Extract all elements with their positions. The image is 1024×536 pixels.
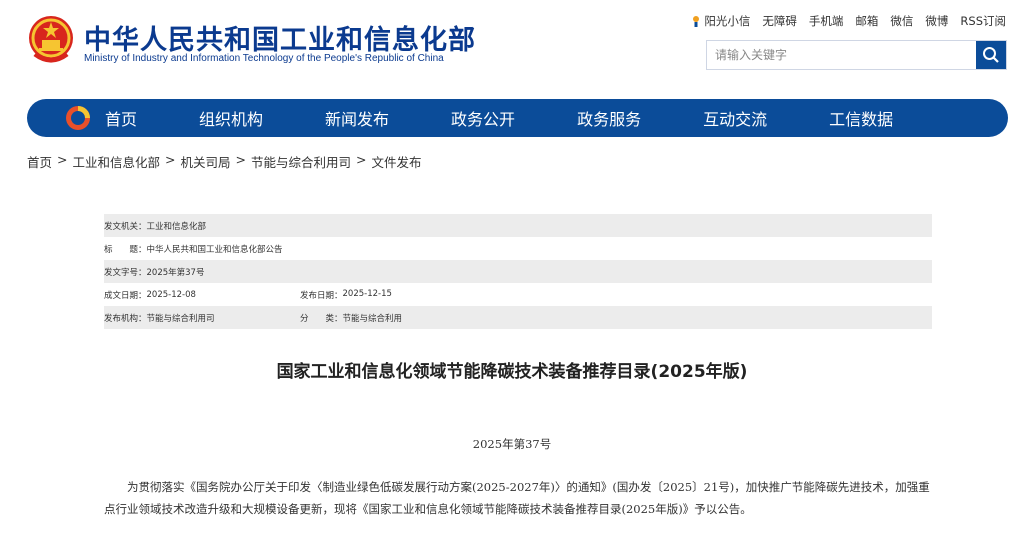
sunshine-icon — [693, 16, 700, 27]
breadcrumb-separator: > — [165, 152, 176, 167]
toplink-weibo[interactable]: 微博 — [925, 13, 948, 29]
site-title-en: Ministry of Industry and Information Tec… — [84, 53, 444, 64]
meta-value: 2025-12-08 — [146, 289, 196, 300]
nav-item-data[interactable]: 工信数据 — [829, 106, 893, 130]
breadcrumb-separator: > — [356, 152, 367, 167]
toplink-rss[interactable]: RSS订阅 — [960, 13, 1006, 29]
toplink-mail[interactable]: 邮箱 — [855, 13, 878, 29]
article-paragraph: 为贯彻落实《国务院办公厅关于印发〈制造业绿色低碳发展行动方案(2025-2027… — [104, 480, 930, 516]
document-meta-table: 发文机关： 工业和信息化部 标 题： 中华人民共和国工业和信息化部公告 发文字号… — [104, 214, 932, 329]
nav-item-organization[interactable]: 组织机构 — [199, 106, 263, 130]
meta-row-title: 标 题： 中华人民共和国工业和信息化部公告 — [104, 237, 932, 260]
meta-value: 中华人民共和国工业和信息化部公告 — [146, 244, 283, 255]
meta-row-agency: 发布机构： 节能与综合利用司 分 类： 节能与综合利用 — [104, 306, 932, 329]
nav-item-interaction[interactable]: 互动交流 — [703, 106, 767, 130]
meta-label: 发布机构： — [104, 313, 147, 324]
meta-value: 节能与综合利用 — [342, 313, 403, 324]
toplink-sunshine[interactable]: 阳光小信 — [691, 13, 750, 29]
breadcrumb-separator: > — [57, 152, 68, 167]
meta-label: 发布日期： — [300, 290, 343, 301]
breadcrumb-department[interactable]: 节能与综合利用司 — [251, 152, 351, 171]
search-input[interactable] — [707, 41, 976, 69]
site-title-cn: 中华人民共和国工业和信息化部 — [84, 25, 476, 56]
meta-published: 发布日期： 2025-12-15 — [300, 289, 392, 301]
breadcrumb-home[interactable]: 首页 — [27, 152, 52, 171]
meta-row-issuer: 发文机关： 工业和信息化部 — [104, 214, 932, 237]
meta-label: 成文日期： — [104, 290, 147, 301]
breadcrumb-ministry[interactable]: 工业和信息化部 — [73, 152, 161, 171]
meta-label: 标 题： — [104, 244, 147, 255]
miit-logo-icon — [66, 106, 90, 130]
meta-label: 发文机关： — [104, 221, 147, 232]
toplink-wechat[interactable]: 微信 — [890, 13, 913, 29]
meta-value: 2025年第37号 — [146, 267, 205, 278]
meta-label: 发文字号： — [104, 267, 147, 278]
toplink-mobile[interactable]: 手机端 — [809, 13, 844, 29]
toplink-accessibility[interactable]: 无障碍 — [762, 13, 797, 29]
breadcrumb-separator: > — [235, 152, 246, 167]
meta-value: 工业和信息化部 — [146, 221, 207, 232]
nav-item-home[interactable]: 首页 — [105, 106, 137, 130]
article-title: 国家工业和信息化领域节能降碳技术装备推荐目录(2025年版) — [276, 362, 748, 382]
meta-row-docno: 发文字号： 2025年第37号 — [104, 260, 932, 283]
nav-item-public-affairs[interactable]: 政务公开 — [451, 106, 515, 130]
breadcrumb: 首页 > 工业和信息化部 > 机关司局 > 节能与综合利用司 > 文件发布 — [27, 152, 422, 171]
top-links: 阳光小信 无障碍 手机端 邮箱 微信 微博 RSS订阅 — [691, 13, 1006, 29]
meta-category: 分 类： 节能与综合利用 — [300, 312, 402, 324]
breadcrumb-current[interactable]: 文件发布 — [372, 152, 422, 171]
document-number: 2025年第37号 — [472, 437, 552, 451]
meta-row-dates: 成文日期： 2025-12-08 发布日期： 2025-12-15 — [104, 283, 932, 306]
nav-item-services[interactable]: 政务服务 — [577, 106, 641, 130]
toplink-label: 阳光小信 — [704, 14, 751, 28]
meta-value: 2025-12-15 — [342, 288, 392, 299]
breadcrumb-departments[interactable]: 机关司局 — [181, 152, 231, 171]
search-icon — [983, 47, 999, 63]
meta-label: 分 类： — [300, 313, 343, 324]
meta-value: 节能与综合利用司 — [146, 313, 215, 324]
main-nav: 首页 组织机构 新闻发布 政务公开 政务服务 互动交流 工信数据 — [27, 99, 1008, 137]
search-box — [706, 40, 1007, 70]
search-button[interactable] — [976, 41, 1006, 69]
nav-item-news[interactable]: 新闻发布 — [325, 106, 389, 130]
national-emblem-icon — [29, 16, 73, 63]
